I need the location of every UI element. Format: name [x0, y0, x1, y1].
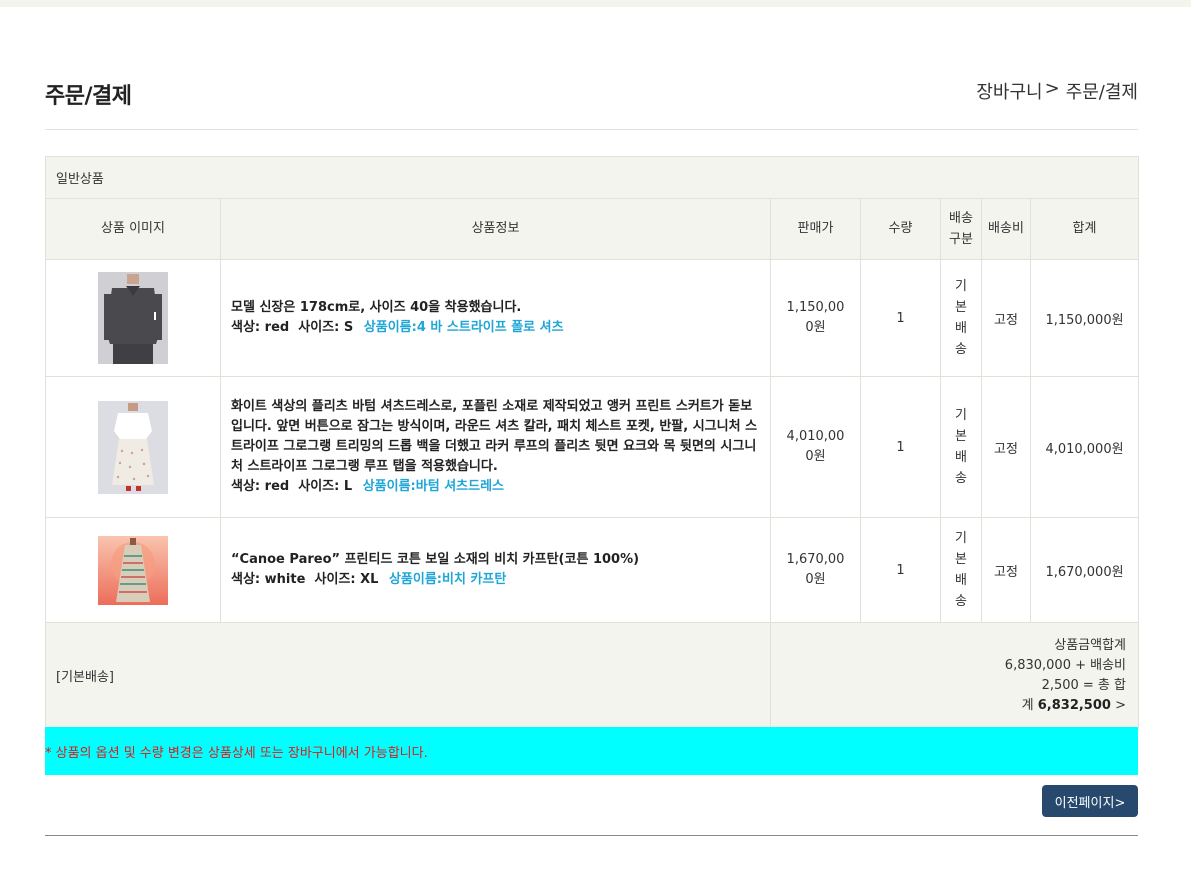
col-header-total: 합계	[1030, 198, 1139, 260]
breadcrumb-cart[interactable]: 장바구니	[976, 78, 1042, 104]
product-size: XL	[360, 572, 379, 587]
previous-page-button[interactable]: 이전페이지>	[1042, 785, 1138, 817]
product-image-cell	[45, 259, 221, 377]
page-title: 주문/결제	[45, 84, 132, 109]
product-info-cell: “Canoe Pareo” 프린티드 코튼 보일 소재의 비치 카프탄(코튼 1…	[220, 517, 771, 623]
price-cell: 1,670,000원	[770, 517, 861, 623]
shipping-type-cell: 기본배송	[940, 376, 982, 518]
top-strip	[0, 0, 1191, 7]
shipping-group-label: [기본배송]	[45, 622, 771, 729]
shipping-fee-cell: 고정	[981, 376, 1031, 518]
product-description: 모델 신장은 178cm로, 사이즈 40을 착용했습니다.	[231, 300, 522, 315]
quantity-cell: 1	[860, 517, 941, 623]
product-color: red	[264, 320, 290, 335]
product-image-cell	[45, 517, 221, 623]
breadcrumb-separator: >	[1044, 78, 1060, 99]
table-row: 모델 신장은 178cm로, 사이즈 40을 착용했습니다. 색상: red 사…	[45, 259, 1139, 377]
product-image[interactable]	[98, 535, 168, 605]
col-header-info: 상품정보	[220, 198, 771, 260]
total-cell: 1,150,000원	[1030, 259, 1139, 377]
column-header-row: 상품 이미지 상품정보 판매가 수량 배송구분 배송비 합계	[45, 198, 1139, 260]
product-options: 색상: white 사이즈: XL 상품이름:비치 카프탄	[231, 572, 507, 587]
shipping-type-cell: 기본배송	[940, 259, 982, 377]
shipping-type-cell: 기본배송	[940, 517, 982, 623]
quantity-cell: 1	[860, 376, 941, 518]
grand-total: 6,832,500	[1037, 697, 1111, 713]
product-image[interactable]	[98, 272, 168, 364]
chevron-right-icon: >	[1115, 697, 1126, 713]
product-size: S	[343, 320, 354, 335]
notice-banner: * 상품의 옵션 및 수량 변경은 상품상세 또는 장바구니에서 가능합니다.	[45, 727, 1138, 775]
product-image[interactable]	[98, 400, 168, 494]
quantity-cell: 1	[860, 259, 941, 377]
product-description: “Canoe Pareo” 프린티드 코튼 보일 소재의 비치 카프탄(코튼 1…	[231, 552, 640, 567]
product-options: 색상: red 사이즈: L 상품이름:바텀 셔츠드레스	[231, 479, 505, 494]
product-color: red	[264, 479, 290, 494]
summary-row: [기본배송] 상품금액합계 6,830,000 + 배송비 2,500 = 총 …	[45, 622, 1139, 729]
summary-line: 2,500 = 총 합	[1041, 677, 1126, 693]
product-image-cell	[45, 376, 221, 518]
price-cell: 4,010,000원	[770, 376, 861, 518]
product-description: 화이트 색상의 플리츠 바텀 셔츠드레스로, 포플린 소재로 제작되었고 앵커 …	[231, 399, 758, 474]
col-header-image: 상품 이미지	[45, 198, 221, 260]
product-info-cell: 화이트 색상의 플리츠 바텀 셔츠드레스로, 포플린 소재로 제작되었고 앵커 …	[220, 376, 771, 518]
col-header-shipping-type: 배송구분	[940, 198, 982, 260]
price-cell: 1,150,000원	[770, 259, 861, 377]
shipping-fee-cell: 고정	[981, 517, 1031, 623]
col-header-price: 판매가	[770, 198, 861, 260]
product-name-link[interactable]: 상품이름:비치 카프탄	[389, 572, 506, 587]
summary-line: 6,830,000 + 배송비	[1004, 657, 1126, 673]
total-cell: 1,670,000원	[1030, 517, 1139, 623]
product-options: 색상: red 사이즈: S 상품이름:4 바 스트라이프 폴로 셔츠	[231, 320, 564, 335]
product-size: L	[343, 479, 353, 494]
summary-total-line: 계 6,832,500 >	[1021, 697, 1126, 713]
table-row: 화이트 색상의 플리츠 바텀 셔츠드레스로, 포플린 소재로 제작되었고 앵커 …	[45, 376, 1139, 518]
product-color: white	[264, 572, 306, 587]
product-info-cell: 모델 신장은 178cm로, 사이즈 40을 착용했습니다. 색상: red 사…	[220, 259, 771, 377]
order-table: 일반상품 상품 이미지 상품정보 판매가 수량 배송구분 배송비 합계 모델 신…	[45, 156, 1139, 729]
shipping-fee-cell: 고정	[981, 259, 1031, 377]
summary-line: 상품금액합계	[1054, 637, 1126, 653]
bottom-divider	[45, 835, 1138, 836]
group-header-row: 일반상품	[45, 156, 1139, 199]
product-name-link[interactable]: 상품이름:4 바 스트라이프 폴로 셔츠	[364, 320, 564, 335]
order-summary: 상품금액합계 6,830,000 + 배송비 2,500 = 총 합 계 6,8…	[770, 622, 1139, 729]
breadcrumb: 장바구니 > 주문/결제	[976, 78, 1138, 104]
page-header: 주문/결제 장바구니 > 주문/결제	[45, 70, 1138, 130]
total-cell: 4,010,000원	[1030, 376, 1139, 518]
col-header-quantity: 수량	[860, 198, 941, 260]
col-header-shipping-fee: 배송비	[981, 198, 1031, 260]
group-label: 일반상품	[45, 156, 1139, 199]
breadcrumb-checkout: 주문/결제	[1065, 82, 1138, 103]
product-name-link[interactable]: 상품이름:바텀 셔츠드레스	[363, 479, 504, 494]
table-row: “Canoe Pareo” 프린티드 코튼 보일 소재의 비치 카프탄(코튼 1…	[45, 517, 1139, 623]
